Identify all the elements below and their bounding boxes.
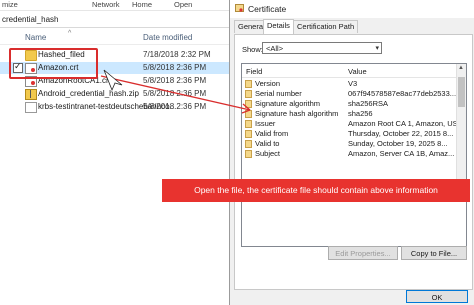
annotation-banner: Open the file, the certificate file shou…	[162, 179, 470, 202]
annotation-arrow	[100, 69, 251, 114]
